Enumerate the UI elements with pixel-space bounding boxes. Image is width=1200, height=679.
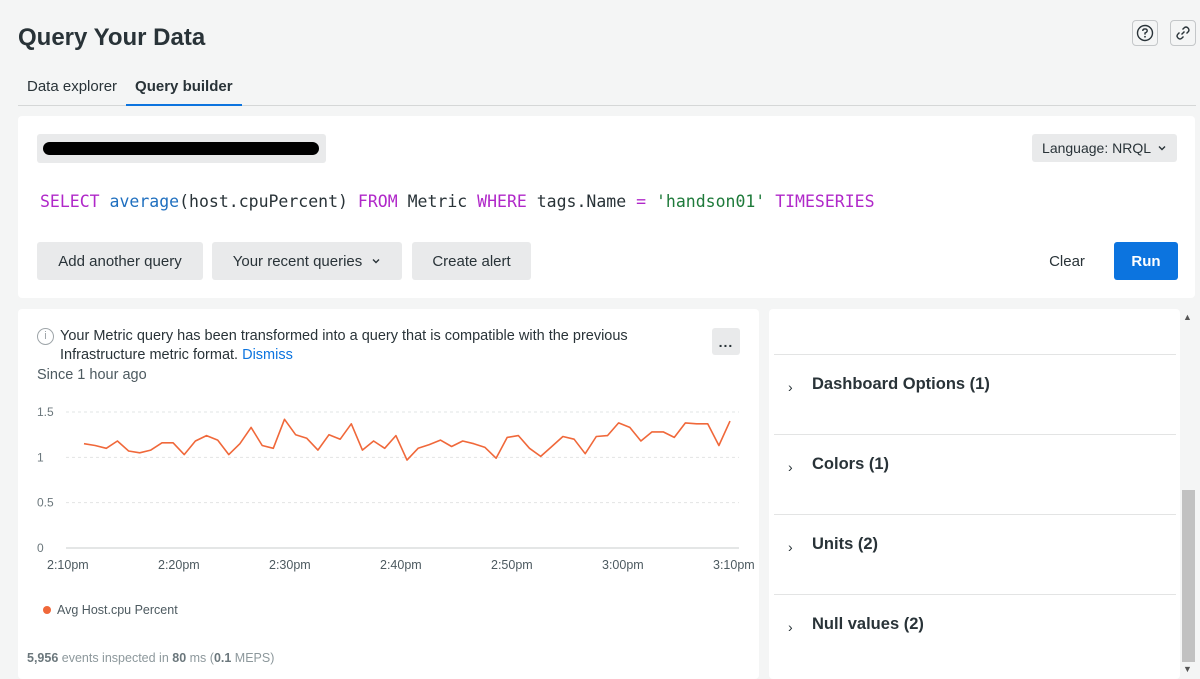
scroll-up-icon[interactable]: ▲ [1183, 312, 1192, 322]
dismiss-link[interactable]: Dismiss [242, 347, 293, 363]
x-tick-label: 2:10pm [47, 558, 89, 572]
help-button[interactable] [1132, 20, 1158, 46]
duration-ms: 80 [172, 651, 187, 665]
chevron-down-icon [1158, 146, 1166, 151]
run-button[interactable]: Run [1114, 242, 1178, 280]
x-tick-label: 3:00pm [602, 558, 644, 572]
query-stats: 5,956 events inspected in 80 ms (0.1 MEP… [27, 651, 274, 665]
query-name-field[interactable] [37, 134, 326, 163]
redacted-query-name [43, 142, 319, 155]
notice-text: Your Metric query has been transformed i… [60, 328, 628, 363]
x-tick-label: 2:40pm [380, 558, 422, 572]
transform-notice: i Your Metric query has been transformed… [37, 327, 687, 365]
option-colors[interactable]: › Colors (1) [774, 434, 1176, 514]
language-select[interactable]: Language: NRQL [1032, 134, 1177, 162]
y-tick-label: 1 [37, 450, 44, 464]
page-header: Query Your Data Data explorer Query buil… [0, 0, 1200, 106]
y-tick-label: 0.5 [37, 496, 54, 510]
option-label: Null values (2) [812, 615, 924, 633]
chevron-right-icon: › [788, 539, 793, 555]
clear-button[interactable]: Clear [1037, 242, 1097, 280]
line-chart: 1.5 1 0.5 02:10pm 2:20pm 2:30pm 2:40pm 2:50pm 3:… [37, 405, 755, 572]
chevron-down-icon [372, 259, 380, 264]
query-panel: Language: NRQL SELECT average(host.cpuPe… [18, 116, 1195, 298]
chart-legend[interactable]: Avg Host.cpu Percent [43, 603, 178, 617]
scrollbar-thumb[interactable] [1182, 490, 1195, 662]
question-circle-icon [1136, 24, 1154, 42]
x-tick-label: 2:20pm [158, 558, 200, 572]
chevron-right-icon: › [788, 459, 793, 475]
y-tick-label: 0 [37, 541, 44, 555]
option-units[interactable]: › Units (2) [774, 514, 1176, 594]
language-label: Language: NRQL [1042, 140, 1151, 156]
option-label: Dashboard Options (1) [812, 375, 990, 393]
series-line[interactable] [83, 418, 731, 461]
copy-link-button[interactable] [1170, 20, 1196, 46]
chart-options-panel: › Dashboard Options (1) › Colors (1) › U… [769, 309, 1180, 679]
recent-queries-label: Your recent queries [232, 252, 363, 270]
tab-bar: Data explorer Query builder [18, 72, 1196, 106]
create-alert-button[interactable]: Create alert [412, 242, 531, 280]
y-tick-label: 1.5 [37, 405, 54, 419]
x-tick-label: 2:50pm [491, 558, 533, 572]
tab-data-explorer[interactable]: Data explorer [18, 72, 126, 106]
chart-panel: i Your Metric query has been transformed… [18, 309, 759, 679]
events-suffix: events inspected in [58, 651, 173, 665]
chevron-right-icon: › [788, 619, 793, 635]
info-icon: i [37, 328, 54, 345]
option-dashboard[interactable]: › Dashboard Options (1) [774, 354, 1176, 434]
tab-query-builder[interactable]: Query builder [126, 72, 242, 106]
option-label: Units (2) [812, 535, 878, 553]
legend-swatch [43, 606, 51, 614]
chevron-right-icon: › [788, 379, 793, 395]
ms-suffix: ms ( [186, 651, 214, 665]
option-null-values[interactable]: › Null values (2) [774, 594, 1176, 674]
page-title: Query Your Data [18, 24, 206, 51]
events-count: 5,956 [27, 651, 59, 665]
meps-value: 0.1 [213, 651, 232, 665]
option-label: Colors (1) [812, 455, 890, 473]
x-tick-label: 3:10pm [713, 558, 755, 572]
nrql-editor[interactable]: SELECT average(host.cpuPercent) FROM Met… [40, 192, 875, 211]
legend-label: Avg Host.cpu Percent [57, 603, 178, 617]
add-another-query-button[interactable]: Add another query [37, 242, 203, 280]
scroll-down-icon[interactable]: ▼ [1183, 664, 1192, 674]
meps-suffix: MEPS) [231, 651, 275, 665]
link-icon [1176, 26, 1190, 40]
more-options-button[interactable]: ... [712, 328, 740, 355]
recent-queries-button[interactable]: Your recent queries [212, 242, 402, 280]
time-range-label: Since 1 hour ago [37, 367, 147, 383]
x-tick-label: 2:30pm [269, 558, 311, 572]
